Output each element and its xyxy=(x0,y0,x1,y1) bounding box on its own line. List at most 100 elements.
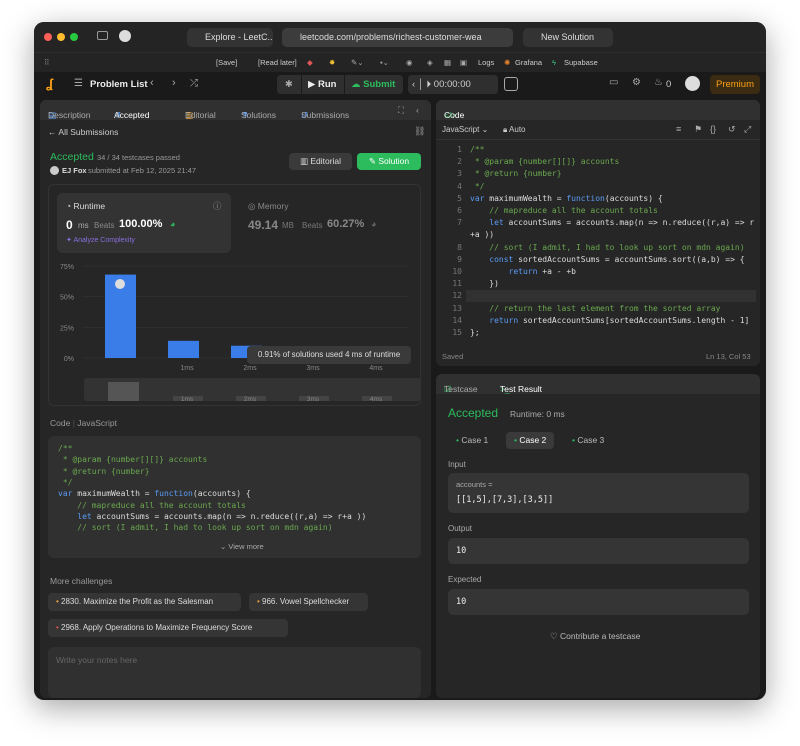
runtime-distribution-chart[interactable]: 75% 50% 25% 0% 1ms 2ms 3ms 4ms 1ms 2ms 3ms 4ms xyxy=(48,258,421,408)
scrubber-tick-label: 3ms xyxy=(307,396,320,403)
bookmark-save[interactable]: [Save] xyxy=(216,58,237,67)
sidebar-icon[interactable] xyxy=(97,31,108,40)
minimize-window-button[interactable] xyxy=(57,33,65,41)
bar-1ms[interactable] xyxy=(168,340,199,358)
browser-window: Explore - LeetC... leetcode.com/problems… xyxy=(34,22,766,700)
avatar[interactable] xyxy=(685,76,700,91)
memory-label[interactable]: ◎ Memory xyxy=(248,201,288,212)
apps-grid-icon[interactable]: ⠿ xyxy=(44,58,50,67)
more-challenges-heading: More challenges xyxy=(50,576,113,586)
case-tab-3[interactable]: • Case 3 xyxy=(564,432,612,449)
expected-label: Expected xyxy=(448,575,482,584)
test-panel: ☑ Testcase >_ Test Result Accepted Runti… xyxy=(436,374,760,698)
close-window-button[interactable] xyxy=(44,33,52,41)
bookmark-supabase[interactable]: Supabase xyxy=(564,58,598,67)
auto-mode[interactable]: 🔒︎ Auto xyxy=(503,125,526,135)
memory-value: 49.14 xyxy=(248,218,279,232)
y-tick-label: 0% xyxy=(64,356,74,363)
browser-tab-new-solution[interactable]: New Solution xyxy=(523,28,613,47)
book-icon: ▥ xyxy=(299,156,311,166)
submission-status: Accepted xyxy=(50,151,94,163)
challenge-link-3[interactable]: • 2968. Apply Operations to Maximize Fre… xyxy=(48,619,288,637)
bookmark-icon[interactable]: ⚑ xyxy=(694,124,702,135)
problem-list-link[interactable]: Problem List xyxy=(90,79,148,90)
code-editor[interactable]: 1 /** 2 * @param {number[][]} accounts 3 * … xyxy=(436,143,760,343)
grafana-icon: ✺ xyxy=(504,58,511,67)
runtime-card[interactable]: ◔ Runtime ⓘ 0 ms Beats 100.00% ◕ ✦ Analy… xyxy=(57,193,231,253)
bookmarks-bar: ⠿ [Save] [Read later] ◆ ✸ ✎⌄ ▪⌄ ◉ ◈ ▦ ▣ … xyxy=(34,52,766,72)
info-icon[interactable]: ⓘ xyxy=(213,200,222,212)
bookmark-icon-3[interactable]: ✎⌄ xyxy=(351,58,364,67)
back-to-submissions[interactable]: ← All Submissions xyxy=(48,127,118,137)
code-line: * @param {number[][]} accounts xyxy=(470,157,620,167)
line-number: 10 xyxy=(452,267,462,276)
view-more-link[interactable]: ⌄ View more xyxy=(220,542,264,551)
fullscreen-icon[interactable]: ⤢ xyxy=(744,124,751,135)
code-line: var maximumWealth = function(accounts) { xyxy=(470,193,663,203)
bookmark-icon-1[interactable]: ◆ xyxy=(307,58,313,67)
result-runtime: Runtime: 0 ms xyxy=(510,409,565,419)
code-line: let accountSums = accounts.map(n => n.re… xyxy=(489,218,755,228)
bookmark-icon-7[interactable]: ▦ xyxy=(444,58,451,67)
beats-badge-icon: ◕ xyxy=(170,219,176,229)
browser-tab-explore[interactable]: Explore - LeetC... xyxy=(187,28,273,47)
shuffle-icon[interactable]: ⤮ xyxy=(190,78,198,89)
bookmark-icon-8[interactable]: ▣ xyxy=(460,58,467,67)
layout-icon[interactable]: ▭ xyxy=(609,77,618,88)
author-avatar xyxy=(50,166,59,175)
editorial-button[interactable]: ▥ Editorial xyxy=(289,153,352,170)
challenge-link-1[interactable]: • 2830. Maximize the Profit as the Sales… xyxy=(48,593,241,611)
case-tab-1[interactable]: • Case 1 xyxy=(448,432,496,449)
braces-icon[interactable]: {} xyxy=(710,124,716,134)
output-label: Output xyxy=(448,524,473,533)
notes-icon[interactable] xyxy=(504,77,518,91)
close-tab-icon[interactable]: × xyxy=(114,110,119,120)
heart-icon: ♡ xyxy=(550,631,560,641)
run-button[interactable]: ▶ Run xyxy=(302,75,344,94)
browser-tab-active[interactable]: leetcode.com/problems/richest-customer-w… xyxy=(282,28,513,47)
bookmark-read-later[interactable]: [Read later] xyxy=(258,58,297,67)
submit-button[interactable]: ☁ Submit xyxy=(345,75,403,94)
format-icon[interactable]: ≡ xyxy=(676,124,681,134)
code-line: /** xyxy=(470,145,485,154)
analyze-complexity-link[interactable]: ✦ Analyze Complexity xyxy=(66,236,135,244)
flame-icon[interactable]: ♨ xyxy=(654,77,663,88)
profile-icon[interactable] xyxy=(119,30,131,42)
line-number: 4 xyxy=(457,181,462,191)
bookmark-icon-4[interactable]: ▪⌄ xyxy=(380,58,389,67)
bookmark-icon-2[interactable]: ✸ xyxy=(329,58,335,67)
line-number: 3 xyxy=(457,169,462,179)
scrubber-handle[interactable] xyxy=(108,382,139,401)
case-tab-2[interactable]: • Case 2 xyxy=(506,432,555,449)
code-preview[interactable]: /** * @param {number[][]} accounts * @re… xyxy=(48,436,421,558)
output-value: 10 xyxy=(456,546,467,556)
bookmark-icon-5[interactable]: ◉ xyxy=(406,58,413,67)
debug-icon[interactable]: ✱ xyxy=(277,75,301,94)
solution-button[interactable]: ✎ Solution xyxy=(357,153,421,170)
play-icon: ▶ xyxy=(308,79,318,90)
link-icon[interactable]: ⛓ xyxy=(414,126,425,137)
expand-icon[interactable]: ⛶ xyxy=(398,105,404,116)
bookmark-icon-6[interactable]: ◈ xyxy=(427,58,433,67)
next-problem-icon[interactable]: › xyxy=(172,77,176,89)
settings-gear-icon[interactable]: ⚙ xyxy=(632,77,641,88)
author-name[interactable]: EJ Fox xyxy=(62,166,87,175)
reset-icon[interactable]: ↺ xyxy=(728,124,736,135)
bookmark-grafana[interactable]: Grafana xyxy=(515,58,542,67)
notes-textarea[interactable]: Write your notes here xyxy=(48,647,421,698)
challenge-link-2[interactable]: • 966. Vowel Spellchecker xyxy=(249,593,368,611)
prev-problem-icon[interactable]: ‹ xyxy=(150,77,154,89)
timer-widget[interactable]: ‹ │ ⏵ 00:00:00 xyxy=(408,75,498,94)
editor-toolbar: JavaScript ⌄ 🔒︎ Auto ≡ ⚑ {} ↺ ⤢ xyxy=(436,120,760,140)
collapse-chevron-icon[interactable]: ‹ xyxy=(416,105,419,115)
contribute-testcase-link[interactable]: ♡ Contribute a testcase xyxy=(550,631,640,642)
maximize-window-button[interactable] xyxy=(70,33,78,41)
code-line: * @return {number} xyxy=(470,169,562,179)
testcases-passed: 34 / 34 testcases passed xyxy=(97,153,180,162)
line-number: 7 xyxy=(457,218,462,228)
premium-button[interactable]: Premium xyxy=(710,75,760,94)
language-select[interactable]: JavaScript ⌄ xyxy=(442,125,488,134)
leetcode-logo-icon[interactable]: ʆ xyxy=(46,77,58,91)
x-tick-label: 1ms xyxy=(180,365,194,372)
bookmark-logs[interactable]: Logs xyxy=(478,58,494,67)
